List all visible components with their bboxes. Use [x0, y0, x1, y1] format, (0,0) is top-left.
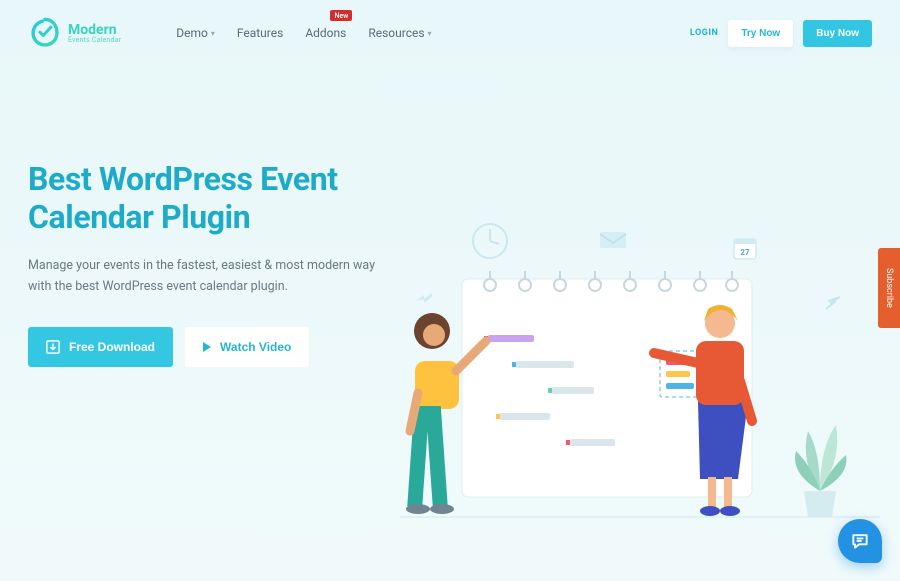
nav-item-resources[interactable]: Resources ▾: [368, 26, 431, 40]
nav-item-addons[interactable]: New Addons: [305, 26, 346, 40]
play-icon: [203, 342, 211, 352]
watch-label: Watch Video: [220, 340, 291, 354]
brand-tagline: Events Calendar: [68, 37, 121, 44]
brand-name: Modern: [68, 23, 121, 37]
hero-illustration: 27: [400, 181, 880, 581]
nav-item-features[interactable]: Features: [237, 26, 283, 40]
page-subtitle: Manage your events in the fastest, easie…: [28, 255, 398, 298]
nav-label: Addons: [305, 26, 346, 40]
hero: Best WordPress Event Calendar Plugin Man…: [0, 66, 900, 367]
nav-item-demo[interactable]: Demo ▾: [176, 26, 215, 40]
login-link[interactable]: LOGIN: [690, 28, 718, 38]
chat-icon: [850, 531, 870, 551]
logo-text: Modern Events Calendar: [68, 23, 121, 44]
header-right: LOGIN Try Now Buy Now: [690, 20, 872, 47]
subscribe-tab[interactable]: Subscribe: [878, 248, 900, 328]
nav-label: Resources: [368, 26, 424, 40]
new-badge: New: [330, 10, 352, 21]
free-download-button[interactable]: Free Download: [28, 327, 173, 367]
logo-icon: [28, 16, 62, 50]
main-nav: Demo ▾ Features New Addons Resources ▾: [176, 26, 431, 40]
hero-content: Best WordPress Event Calendar Plugin Man…: [28, 161, 428, 367]
chat-button[interactable]: [838, 519, 882, 563]
buy-now-button[interactable]: Buy Now: [803, 20, 872, 47]
chevron-down-icon: ▾: [211, 29, 215, 38]
header: Modern Events Calendar Demo ▾ Features N…: [0, 0, 900, 66]
cta-row: Free Download Watch Video: [28, 327, 428, 367]
subscribe-label: Subscribe: [884, 268, 894, 308]
nav-label: Features: [237, 26, 283, 40]
nav-label: Demo: [176, 26, 208, 40]
chevron-down-icon: ▾: [428, 29, 432, 38]
try-now-button[interactable]: Try Now: [728, 20, 793, 47]
watch-video-button[interactable]: Watch Video: [185, 327, 309, 367]
page-title: Best WordPress Event Calendar Plugin: [28, 161, 428, 237]
svg-text:27: 27: [740, 248, 750, 257]
logo[interactable]: Modern Events Calendar: [28, 16, 121, 50]
download-icon: [46, 340, 60, 354]
download-label: Free Download: [69, 340, 155, 354]
